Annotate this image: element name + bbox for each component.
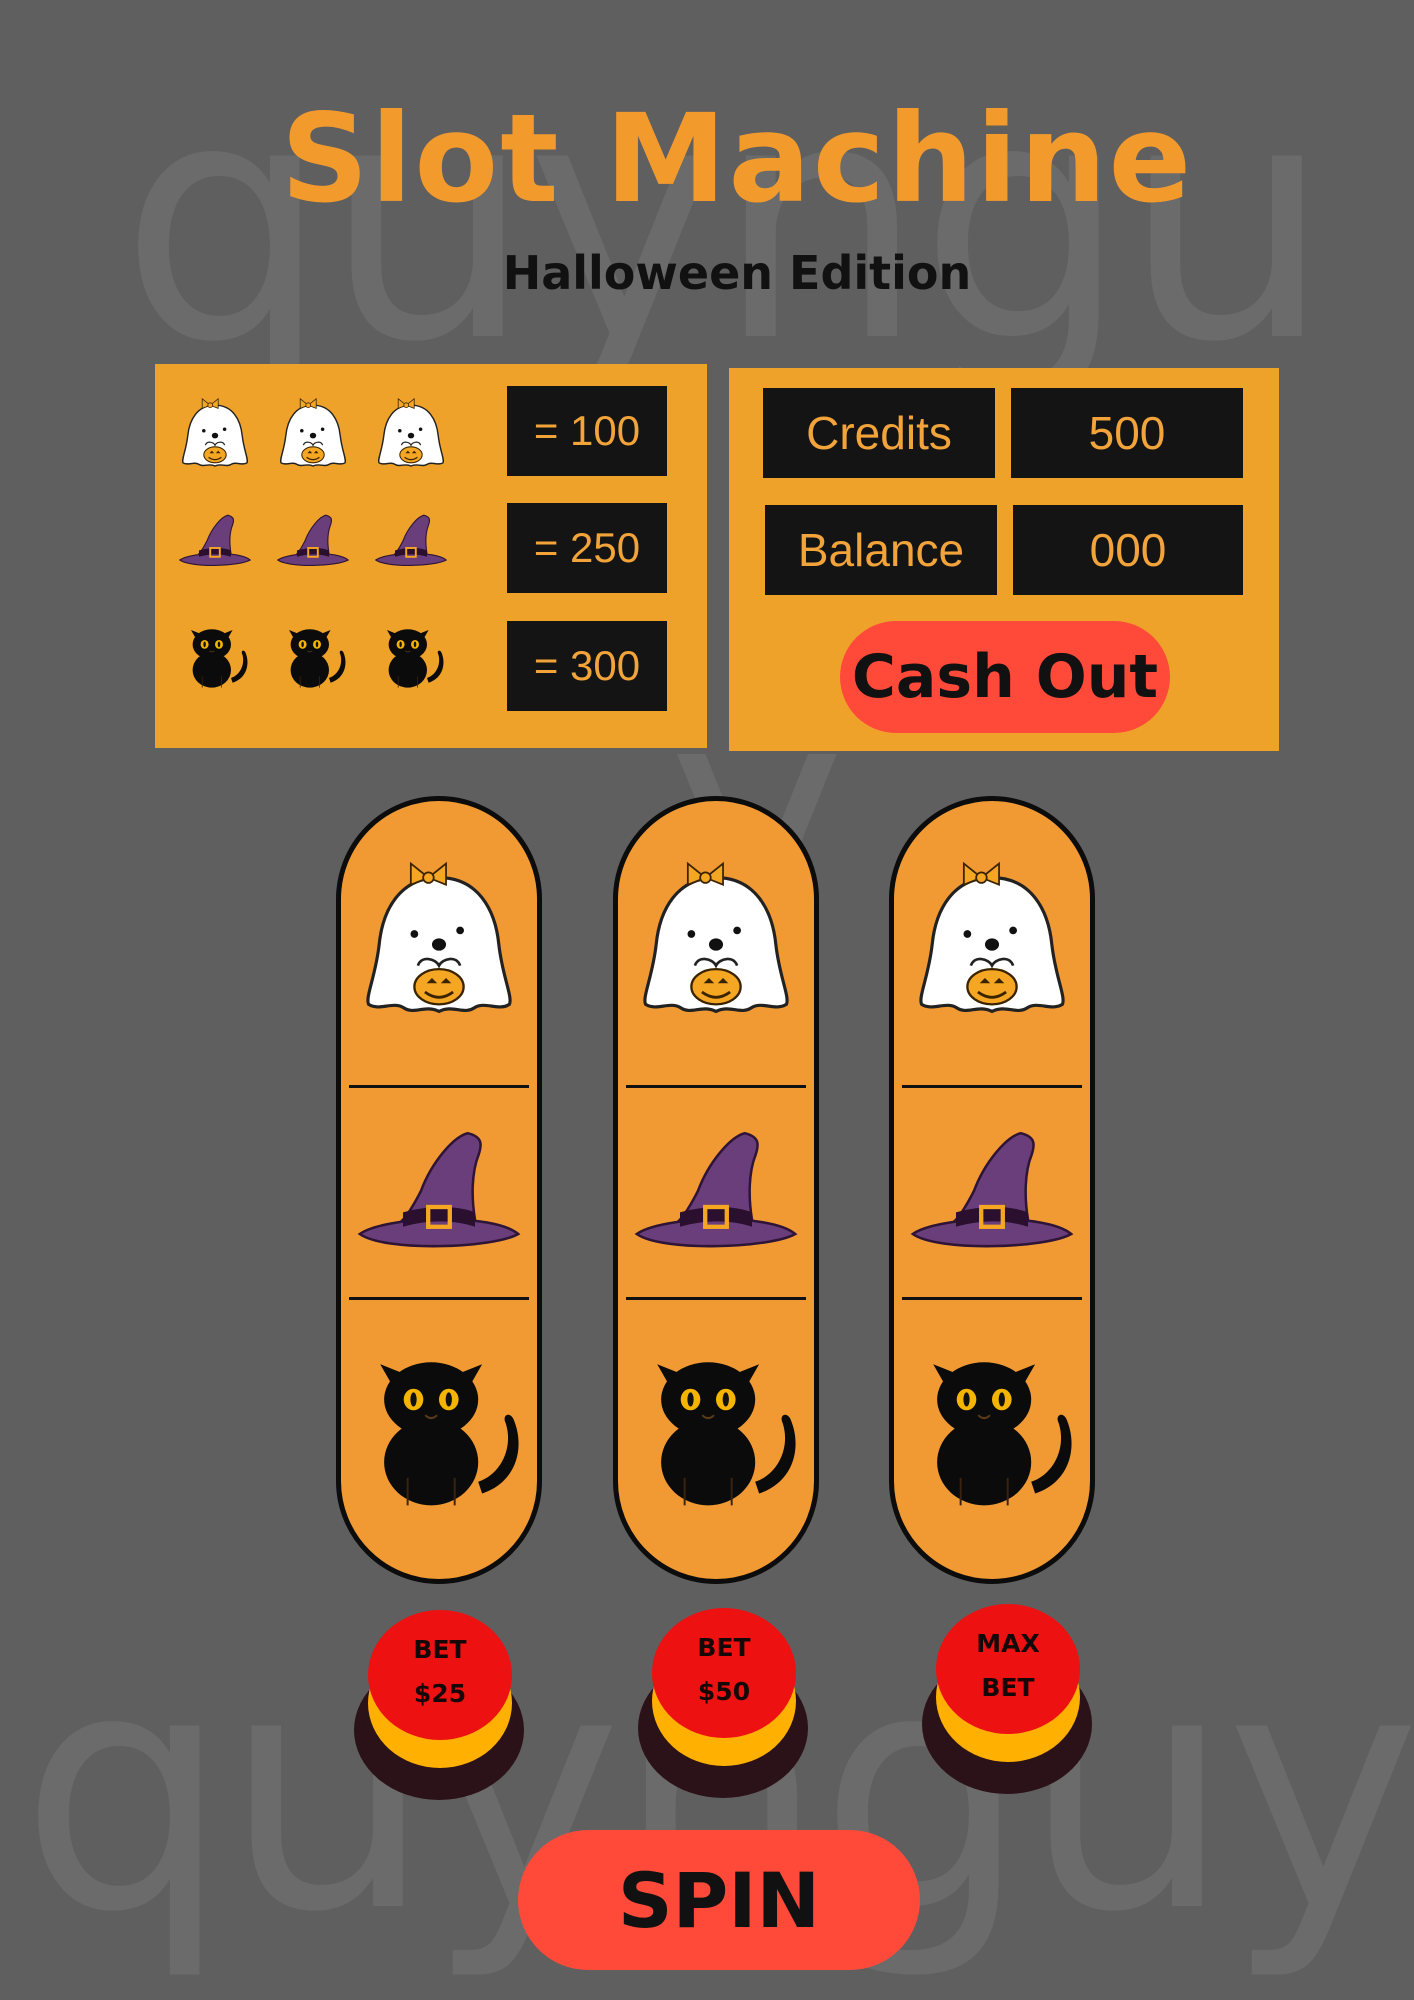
paytable-row-witch-hat <box>175 504 465 584</box>
balance-display: 000 <box>1013 505 1243 595</box>
reel-symbol <box>341 1313 537 1533</box>
reel-symbol <box>894 841 1090 1041</box>
reel-symbol <box>341 1103 537 1293</box>
payout-value-witch-hat: = 250 <box>507 503 667 593</box>
reel-divider <box>902 1085 1082 1088</box>
paytable-icons <box>175 614 465 694</box>
ghost-icon <box>175 394 255 474</box>
ghost-icon <box>371 394 451 474</box>
reel-1 <box>336 796 542 1584</box>
max-bet-label-line1: MAX <box>976 1629 1040 1658</box>
ghost-icon <box>904 853 1080 1029</box>
black-cat-icon <box>371 614 451 694</box>
paytable-row-black-cat <box>175 614 465 694</box>
max-bet-button[interactable]: MAX BET <box>922 1604 1102 1794</box>
reel-divider <box>626 1085 806 1088</box>
bet-50-label-line1: BET <box>697 1633 751 1662</box>
paytable-panel: = 100 = 250 = 300 <box>155 364 707 748</box>
bet-50-label-line2: $50 <box>697 1677 751 1706</box>
black-cat-icon <box>273 614 353 694</box>
page-subtitle: Halloween Edition <box>502 246 972 300</box>
reel-3 <box>889 796 1095 1584</box>
witch-hat-icon <box>902 1108 1082 1288</box>
reel-divider <box>349 1297 529 1300</box>
paytable-row-ghost <box>175 394 465 474</box>
spin-button[interactable]: SPIN <box>518 1830 920 1970</box>
reel-divider <box>626 1297 806 1300</box>
black-cat-icon <box>618 1323 814 1523</box>
reel-2 <box>613 796 819 1584</box>
reel-symbol <box>618 841 814 1041</box>
ghost-icon <box>628 853 804 1029</box>
bet-25-label-line2: $25 <box>413 1679 467 1708</box>
credits-display: 500 <box>1011 388 1243 478</box>
reel-divider <box>902 1297 1082 1300</box>
paytable-icons <box>175 394 465 474</box>
black-cat-icon <box>341 1323 537 1523</box>
ghost-icon <box>273 394 353 474</box>
cash-out-button[interactable]: Cash Out <box>840 621 1170 733</box>
witch-hat-icon <box>626 1108 806 1288</box>
bet-25-label: BET $25 <box>368 1628 512 1716</box>
reel-divider <box>349 1085 529 1088</box>
account-panel: Credits 500 Balance 000 Cash Out <box>729 368 1279 751</box>
reel-symbol <box>894 1313 1090 1533</box>
ghost-icon <box>351 853 527 1029</box>
max-bet-label: MAX BET <box>936 1622 1080 1710</box>
witch-hat-icon <box>371 504 451 584</box>
reel-symbol <box>894 1103 1090 1293</box>
max-bet-label-line2: BET <box>981 1673 1035 1702</box>
page-title: Slot Machine <box>280 88 1194 230</box>
balance-label: Balance <box>765 505 997 595</box>
reel-symbol <box>618 1313 814 1533</box>
black-cat-icon <box>175 614 255 694</box>
payout-value-ghost: = 100 <box>507 386 667 476</box>
bet-50-label: BET $50 <box>652 1626 796 1714</box>
reel-symbol <box>618 1103 814 1293</box>
witch-hat-icon <box>175 504 255 584</box>
payout-value-black-cat: = 300 <box>507 621 667 711</box>
witch-hat-icon <box>273 504 353 584</box>
bet-50-button[interactable]: BET $50 <box>638 1608 818 1798</box>
black-cat-icon <box>894 1323 1090 1523</box>
paytable-icons <box>175 504 465 584</box>
bet-25-label-line1: BET <box>413 1635 467 1664</box>
bet-25-button[interactable]: BET $25 <box>354 1610 534 1800</box>
witch-hat-icon <box>349 1108 529 1288</box>
reel-symbol <box>341 841 537 1041</box>
credits-label: Credits <box>763 388 995 478</box>
